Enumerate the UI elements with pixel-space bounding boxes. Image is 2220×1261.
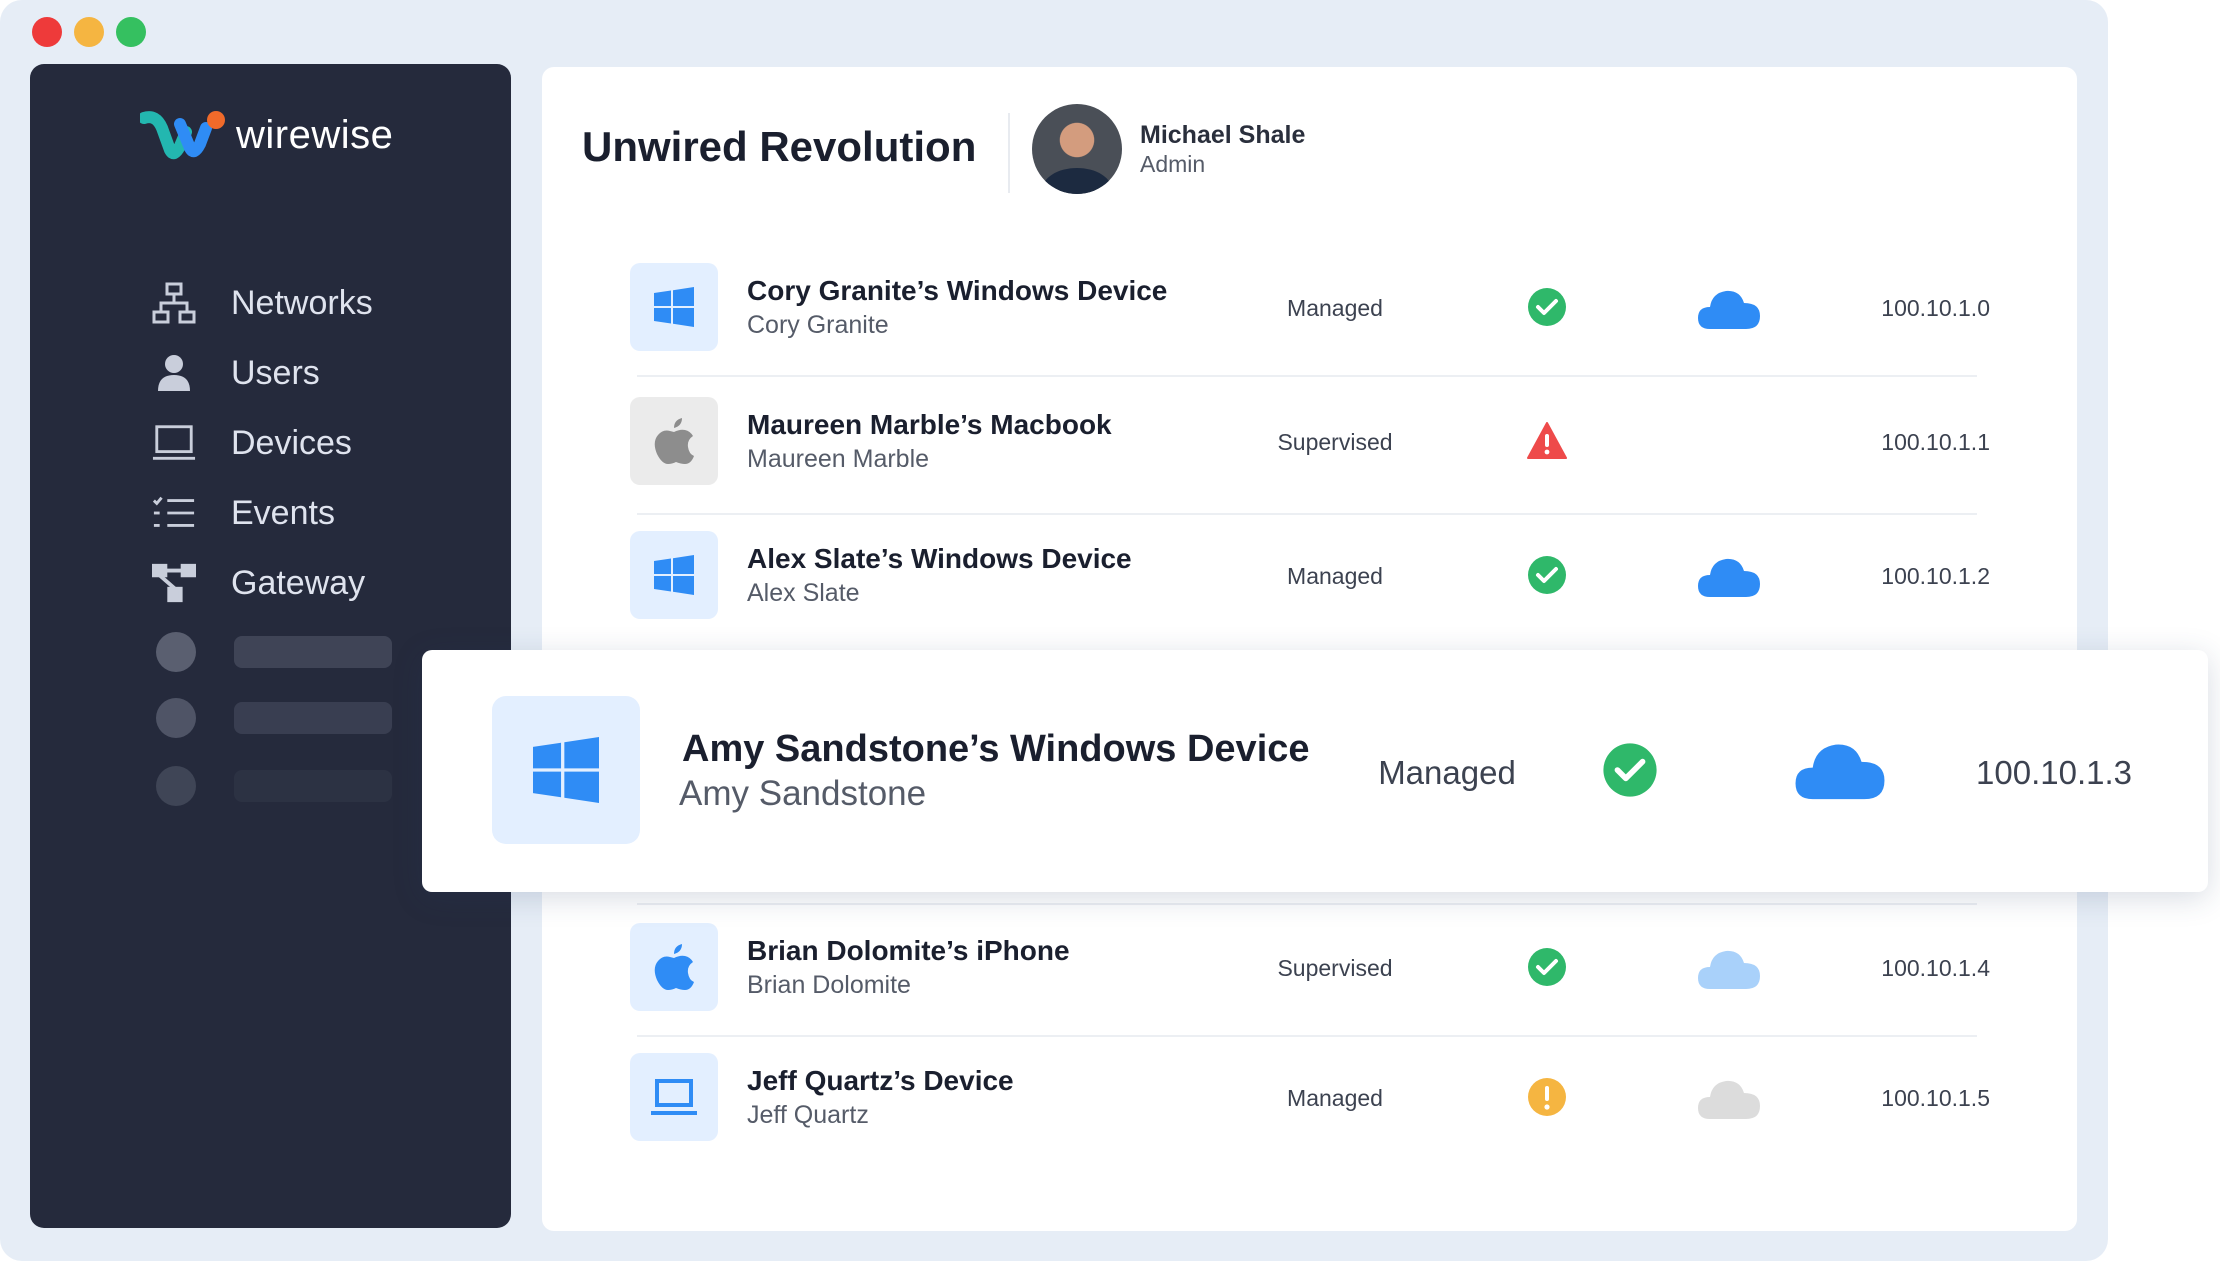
app-window: wirewise Networks Users Devices Events G…: [0, 0, 2108, 1261]
device-row[interactable]: Brian Dolomite’s iPhone Brian Dolomite S…: [630, 903, 1990, 1023]
sidebar-item-label: Gateway: [231, 563, 366, 602]
device-owner: Cory Granite: [747, 311, 889, 339]
management-mode: Managed: [1287, 295, 1383, 321]
placeholder-icon: [156, 766, 196, 806]
placeholder-label: [234, 636, 392, 668]
user-role: Admin: [1140, 151, 1206, 177]
main-panel: Unwired Revolution Michael Shale Admin C…: [542, 67, 2077, 1231]
device-name: Maureen Marble’s Macbook: [747, 409, 1112, 440]
cloud-connected-icon: [1696, 285, 1762, 331]
management-mode: Managed: [1378, 754, 1516, 791]
cloud-partial-icon: [1696, 945, 1762, 991]
management-mode: Supervised: [1277, 429, 1393, 455]
placeholder-label: [234, 702, 392, 734]
gateway-icon: [152, 561, 196, 605]
device-name: Jeff Quartz’s Device: [747, 1065, 1014, 1096]
windows-icon: [492, 696, 640, 844]
placeholder-icon: [156, 698, 196, 738]
maximize-window-button[interactable]: [116, 17, 146, 47]
ip-address: 100.10.1.0: [1881, 295, 1990, 321]
sidebar: wirewise Networks Users Devices Events G…: [30, 64, 511, 1228]
management-mode: Managed: [1287, 563, 1383, 589]
header-divider: [1008, 113, 1010, 193]
device-row[interactable]: Alex Slate’s Windows Device Alex Slate M…: [630, 511, 1990, 631]
laptop-icon: [630, 1053, 718, 1141]
status-ok-icon: [1602, 742, 1658, 798]
close-window-button[interactable]: [32, 17, 62, 47]
sidebar-item-devices[interactable]: Devices: [30, 418, 511, 468]
sidebar-item-label: Devices: [231, 423, 352, 462]
device-row[interactable]: Cory Granite’s Windows Device Cory Grani…: [630, 243, 1990, 363]
device-owner: Jeff Quartz: [747, 1101, 869, 1129]
status-ok-icon: [1527, 947, 1567, 987]
laptop-icon: [152, 421, 196, 465]
device-owner: Maureen Marble: [747, 445, 930, 473]
device-row[interactable]: Maureen Marble’s Macbook Maureen Marble …: [630, 377, 1990, 497]
device-owner: Brian Dolomite: [747, 971, 911, 999]
sidebar-item-label: Networks: [231, 283, 373, 322]
ip-address: 100.10.1.4: [1881, 955, 1990, 981]
ip-address: 100.10.1.5: [1881, 1085, 1990, 1111]
user-name: Michael Shale: [1140, 121, 1306, 149]
placeholder-label: [234, 770, 392, 802]
apple-icon: [630, 923, 718, 1011]
status-error-icon: [1527, 421, 1567, 461]
wirewise-logo-icon: [138, 108, 226, 162]
ip-address: 100.10.1.1: [1881, 429, 1990, 455]
management-mode: Managed: [1287, 1085, 1383, 1111]
window-controls: [32, 17, 146, 47]
sidebar-item-label: Events: [231, 493, 335, 532]
device-row-selected[interactable]: Amy Sandstone’s Windows Device Amy Sands…: [422, 650, 2208, 892]
sidebar-item-gateway[interactable]: Gateway: [30, 558, 511, 608]
management-mode: Supervised: [1277, 955, 1393, 981]
list-icon: [152, 491, 196, 535]
device-owner: Alex Slate: [747, 579, 860, 607]
ip-address: 100.10.1.3: [1976, 754, 2132, 791]
page-title: Unwired Revolution: [582, 123, 977, 170]
device-name: Brian Dolomite’s iPhone: [747, 935, 1070, 966]
network-icon: [152, 281, 196, 325]
device-name: Alex Slate’s Windows Device: [747, 543, 1132, 574]
device-name: Amy Sandstone’s Windows Device: [682, 728, 1310, 770]
sidebar-item-users[interactable]: Users: [30, 348, 511, 398]
brand[interactable]: wirewise: [138, 108, 394, 162]
ip-address: 100.10.1.2: [1881, 563, 1990, 589]
device-owner: Amy Sandstone: [679, 774, 927, 813]
avatar[interactable]: [1032, 104, 1122, 194]
windows-icon: [630, 263, 718, 351]
device-row[interactable]: Jeff Quartz’s Device Jeff Quartz Managed…: [630, 1033, 1990, 1153]
status-ok-icon: [1527, 287, 1567, 327]
status-ok-icon: [1527, 555, 1567, 595]
cloud-offline-icon: [1696, 1075, 1762, 1121]
brand-name: wirewise: [236, 112, 394, 157]
status-warning-icon: [1527, 1077, 1567, 1117]
user-icon: [152, 351, 196, 395]
sidebar-item-events[interactable]: Events: [30, 488, 511, 538]
apple-icon: [630, 397, 718, 485]
device-name: Cory Granite’s Windows Device: [747, 275, 1168, 306]
placeholder-icon: [156, 632, 196, 672]
sidebar-item-networks[interactable]: Networks: [30, 278, 511, 328]
cloud-connected-icon: [1792, 736, 1888, 802]
cloud-connected-icon: [1696, 553, 1762, 599]
windows-icon: [630, 531, 718, 619]
sidebar-item-label: Users: [231, 353, 320, 392]
minimize-window-button[interactable]: [74, 17, 104, 47]
